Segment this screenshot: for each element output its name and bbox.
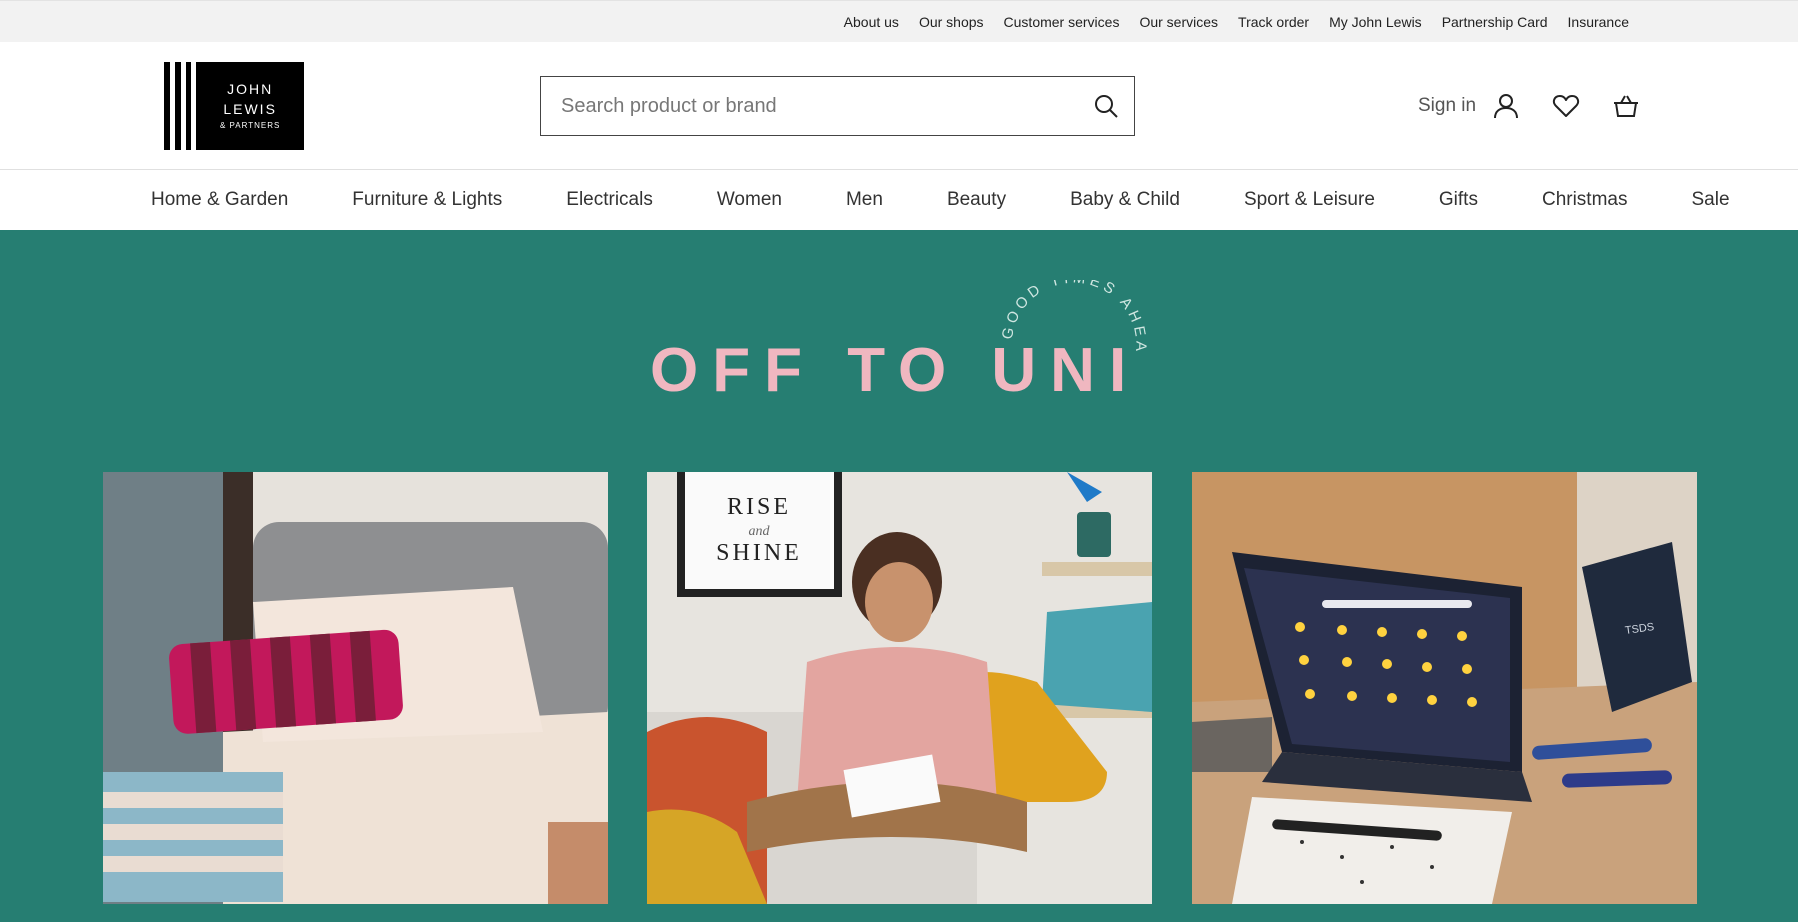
- utility-nav: About us Our shops Customer services Our…: [824, 1, 1629, 43]
- hero-banner: OFF TO UNI GOOD TIMES AHEAD: [0, 230, 1798, 922]
- promo-card-bedding[interactable]: [103, 472, 608, 904]
- utility-link-customer-services[interactable]: Customer services: [1004, 14, 1120, 30]
- arc-text: GOOD TIMES AHEAD: [996, 280, 1145, 355]
- sign-in-link[interactable]: Sign in: [1418, 95, 1476, 117]
- utility-bar: About us Our shops Customer services Our…: [0, 0, 1798, 42]
- bedding-image: [103, 472, 608, 904]
- nav-beauty[interactable]: Beauty: [947, 189, 1006, 211]
- main-nav: Home & Garden Furniture & Lights Electri…: [0, 170, 1798, 230]
- poster-line-rise: RISE: [727, 494, 791, 520]
- utility-link-insurance[interactable]: Insurance: [1568, 14, 1629, 30]
- poster-line-shine: SHINE: [716, 540, 802, 566]
- promo-card-laptops[interactable]: TSDS: [1192, 472, 1697, 904]
- logo-line-partners: & PARTNERS: [219, 121, 281, 130]
- utility-link-my-john-lewis[interactable]: My John Lewis: [1329, 14, 1422, 30]
- logo-line-john: JOHN: [227, 81, 274, 97]
- hero-arc-text: GOOD TIMES AHEAD: [996, 280, 1149, 355]
- site-logo[interactable]: JOHN LEWIS & PARTNERS: [164, 62, 304, 150]
- nav-baby-child[interactable]: Baby & Child: [1070, 189, 1180, 211]
- utility-link-partnership-card[interactable]: Partnership Card: [1442, 14, 1548, 30]
- utility-link-about-us[interactable]: About us: [844, 14, 899, 30]
- logo-stripe: [185, 62, 192, 150]
- logo-line-lewis: LEWIS: [223, 101, 277, 117]
- poster-line-and: and: [749, 524, 771, 539]
- student-image: RISE and SHINE: [647, 472, 1152, 904]
- search-icon[interactable]: [1078, 78, 1134, 134]
- search-input[interactable]: [541, 78, 1078, 134]
- heart-icon[interactable]: [1550, 90, 1582, 122]
- account-area: Sign in: [1418, 90, 1642, 122]
- basket-icon[interactable]: [1610, 90, 1642, 122]
- nav-christmas[interactable]: Christmas: [1542, 189, 1628, 211]
- nav-sport-leisure[interactable]: Sport & Leisure: [1244, 189, 1375, 211]
- nav-men[interactable]: Men: [846, 189, 883, 211]
- utility-link-track-order[interactable]: Track order: [1238, 14, 1309, 30]
- logo-wordmark: JOHN LEWIS & PARTNERS: [196, 62, 304, 150]
- user-icon[interactable]: [1490, 90, 1522, 122]
- nav-women[interactable]: Women: [717, 189, 782, 211]
- nav-furniture-lights[interactable]: Furniture & Lights: [352, 189, 502, 211]
- nav-sale[interactable]: Sale: [1691, 189, 1729, 211]
- laptops-image: TSDS: [1192, 472, 1697, 904]
- promo-card-student[interactable]: RISE and SHINE: [647, 472, 1152, 904]
- nav-gifts[interactable]: Gifts: [1439, 189, 1478, 211]
- utility-link-our-services[interactable]: Our services: [1139, 14, 1218, 30]
- search-bar: [540, 76, 1135, 136]
- nav-home-garden[interactable]: Home & Garden: [151, 189, 288, 211]
- svg-text:GOOD TIMES AHEAD: GOOD TIMES AHEAD: [996, 280, 1149, 355]
- site-header: JOHN LEWIS & PARTNERS Sign in: [0, 42, 1798, 170]
- nav-electricals[interactable]: Electricals: [566, 189, 653, 211]
- logo-stripe: [174, 62, 181, 150]
- logo-stripe: [164, 62, 170, 150]
- utility-link-our-shops[interactable]: Our shops: [919, 14, 984, 30]
